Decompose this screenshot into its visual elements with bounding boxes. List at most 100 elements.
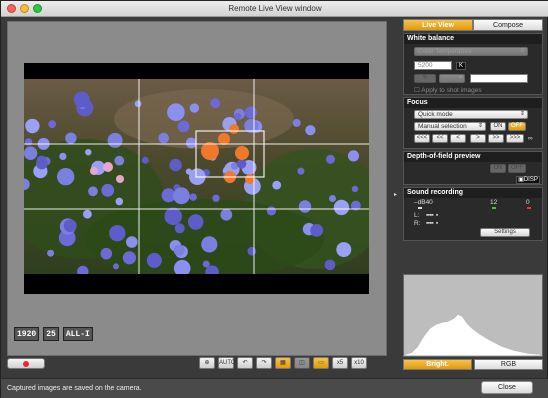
dof-off-button[interactable]: OFF [508,164,526,173]
blue-flower [100,247,113,260]
title-bar: Remote Live View window [1,1,548,17]
blue-flower [36,155,47,166]
blue-flower [47,249,55,257]
blue-flower [85,149,92,156]
blue-flower [201,236,218,253]
tab-live-view[interactable]: Live View [403,19,473,31]
blue-flower [113,263,119,270]
eyedropper-button[interactable]: ✎ [414,74,436,83]
focus-near-3-button[interactable]: >>> [506,134,524,143]
blue-flower [298,200,312,213]
focus-on-button[interactable]: ON [490,122,506,131]
blue-flower [326,154,335,164]
blue-flower [63,219,77,233]
histogram-rgb-tab[interactable]: RGB [474,359,543,370]
white-balance-preset-select[interactable]: ▾ [439,74,465,83]
live-view-image[interactable] [24,79,369,274]
pink-flower [103,162,113,172]
blue-flower [212,194,220,202]
white-balance-header: White balance [404,34,542,44]
focus-near-2-button[interactable]: >> [488,134,504,143]
blue-flower [351,185,359,193]
blue-flower [292,118,301,127]
control-panel: Live View Compose White balance Color Te… [401,19,543,374]
sound-recording-header: Sound recording [404,188,542,198]
white-balance-mode-select[interactable]: Color Temperature ⇕ [414,47,528,56]
blue-flower [57,168,75,186]
focus-far-1-button[interactable]: < [450,134,466,143]
histogram-tabs: Bright. RGB [403,359,543,370]
left-channel-label: L: [414,212,420,219]
focus-off-button[interactable]: OFF [508,122,526,131]
disp-icon: ▣DISP [516,176,540,184]
sound-settings-button[interactable]: Settings [480,228,530,237]
blue-flower [24,146,38,160]
meter-marker-0 [527,207,531,209]
dof-on-button[interactable]: ON [490,164,506,173]
focus-near-1-button[interactable]: > [470,134,486,143]
blue-flower [266,206,276,216]
flower-photo [24,79,369,274]
blue-flower [297,167,305,175]
blue-flower [65,132,77,144]
tab-compose[interactable]: Compose [473,19,543,31]
blue-flower [146,252,162,268]
panel-tabs: Live View Compose [403,19,543,31]
blue-flower [188,214,204,230]
left-channel-meter: ▪▪▪▪ ▪ [426,212,438,219]
view-toolbar: ⊕ AUTO ↶ ↷ ▦ ◫ ▭ x5 x10 [199,357,367,369]
blue-flower [122,251,136,265]
record-dot-icon [23,361,29,367]
record-button[interactable] [7,358,45,369]
orange-flower [229,124,239,134]
crosshair-button[interactable]: ⊕ [199,357,215,369]
blue-flower [59,152,67,160]
collapse-arrow-icon[interactable]: ▸ [394,191,397,198]
focus-far-2-button[interactable]: << [432,134,448,143]
zoom-fit-button[interactable]: ▭ [313,357,329,369]
rotate-right-button[interactable]: ↷ [256,357,272,369]
live-view-area[interactable]: 1920 25 ALL-I [7,21,387,356]
blue-flower [48,120,57,129]
blue-flower [109,225,126,242]
orange-flower [201,142,219,160]
blue-flower [210,98,221,109]
level-mark-0: 0 [526,199,530,206]
color-temperature-field[interactable]: 5200 [414,61,452,70]
rotate-left-button[interactable]: ↶ [237,357,253,369]
focus-selection-select[interactable]: Manual selection ⇕ [414,122,486,131]
window-title: Remote Live View window [228,4,322,13]
live-view-frame [24,63,369,294]
blue-flower [173,244,185,256]
status-bar: Captured images are saved on the camera. [1,378,548,398]
pink-flower [116,175,124,183]
apply-to-shot-checkbox[interactable]: ☐ Apply to shot images [414,86,482,94]
white-balance-custom-field[interactable] [470,74,528,83]
compare-button[interactable]: ◫ [294,357,310,369]
blue-flower [177,120,190,133]
histogram [403,274,543,357]
blue-flower [305,125,316,136]
orange-flower [235,146,249,160]
histogram-brightness-tab[interactable]: Bright. [403,359,472,370]
blue-flower [202,260,210,268]
focus-far-3-button[interactable]: <<< [414,134,430,143]
zoom-x5-button[interactable]: x5 [332,357,348,369]
blue-flower [174,223,185,234]
right-channel-label: R: [414,220,421,227]
focus-mode-select[interactable]: Quick mode ⇕ [414,110,528,119]
blue-flower [247,246,257,256]
blue-flower [329,195,336,202]
zoom-x10-button[interactable]: x10 [351,357,367,369]
blue-flower [324,259,336,271]
auto-focus-button[interactable]: AUTO [218,357,236,369]
grid-button[interactable]: ▦ [275,357,291,369]
close-button[interactable]: Close [481,381,533,394]
blue-flower [25,118,40,134]
blue-flower [73,91,90,108]
blue-flower [83,209,92,219]
blue-flower [336,242,352,258]
blue-flower [347,150,360,162]
db-scale-label: –dB40 [414,199,433,206]
blue-flower [107,132,123,148]
